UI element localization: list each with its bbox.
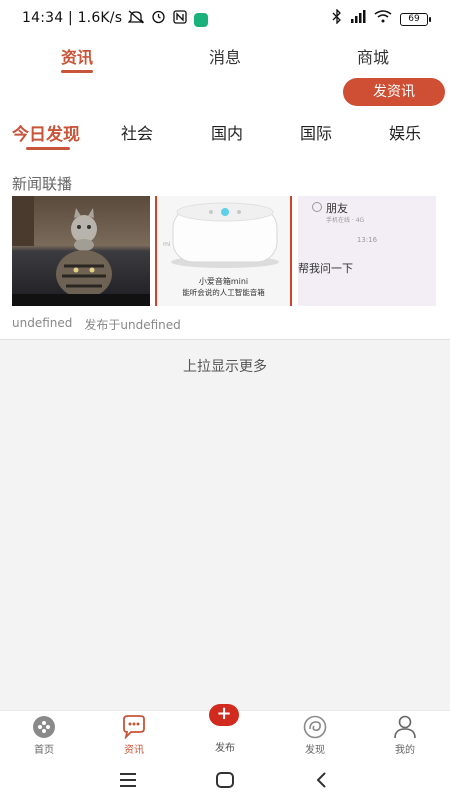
publish-plus-button[interactable]: + xyxy=(209,704,239,726)
category-international[interactable]: 国际 xyxy=(300,120,332,144)
app-notification-icon xyxy=(194,12,208,27)
status-bar: 14:34 | 1.6K/s 69 xyxy=(0,0,450,36)
speaker-title: 小爱音箱mini xyxy=(198,277,249,286)
home-button-icon[interactable] xyxy=(213,768,237,792)
category-entertainment[interactable]: 娱乐 xyxy=(389,120,421,144)
category-today[interactable]: 今日发现 xyxy=(12,120,80,145)
publish-news-button[interactable]: 发资讯 xyxy=(343,78,445,106)
wifi-icon xyxy=(374,10,392,29)
news-section-title: 新闻联播 xyxy=(12,175,73,193)
load-more-hint: 上拉显示更多 xyxy=(183,359,267,375)
thumbnail-smart-speaker: mi 小爱音箱mini 能听会说的人工智能音箱 xyxy=(155,196,292,306)
system-nav-bar xyxy=(0,760,450,800)
battery-icon: 69 xyxy=(400,13,431,26)
bottom-tab-bar: 首页 资讯 + 发布 发现 我的 xyxy=(0,704,450,760)
chat-friend-name: 朋友 xyxy=(326,202,348,215)
chat-bubble-icon xyxy=(123,715,145,739)
bottom-tab-news-label: 资讯 xyxy=(124,745,144,756)
thumbnail-chat: 朋友 手机在线 · 4G 13:16 帮我问一下 xyxy=(298,196,436,306)
mute-icon xyxy=(127,10,145,30)
discover-icon xyxy=(303,715,327,739)
bottom-tab-mine[interactable]: 我的 xyxy=(375,715,435,756)
news-thumbnails: mi 小爱音箱mini 能听会说的人工智能音箱 朋友 手机在线 · 4G 13:… xyxy=(12,196,436,306)
user-icon xyxy=(394,715,416,739)
bottom-tab-discover[interactable]: 发现 xyxy=(285,715,345,756)
chat-status: 手机在线 · 4G xyxy=(326,217,365,224)
bottom-tab-home-label: 首页 xyxy=(34,745,54,756)
chat-avatar-icon xyxy=(312,202,322,212)
news-card[interactable]: 新闻联播 mi 小爱音箱mini 能听会说的人工智能音箱 朋友 手机在线 · 4… xyxy=(0,158,450,340)
bottom-tab-discover-label: 发现 xyxy=(305,745,325,756)
category-society[interactable]: 社会 xyxy=(121,120,153,144)
news-author: undefined xyxy=(12,316,73,330)
alarm-icon xyxy=(151,9,166,30)
bottom-tab-publish-label[interactable]: 发布 xyxy=(200,739,250,754)
home-icon xyxy=(33,716,55,738)
tab-messages[interactable]: 消息 xyxy=(209,44,241,68)
bluetooth-icon xyxy=(332,8,342,30)
tab-mall[interactable]: 商城 xyxy=(357,44,389,68)
category-bar: 今日发现 社会 国内 国际 娱乐 xyxy=(0,112,450,158)
chat-message: 帮我问一下 xyxy=(298,262,353,275)
speaker-logo: mi xyxy=(163,241,171,248)
tab-news[interactable]: 资讯 xyxy=(61,44,93,68)
news-meta: undefined 发布于undefined xyxy=(12,316,181,333)
bottom-tab-news[interactable]: 资讯 xyxy=(104,715,164,756)
top-tab-bar: 资讯 消息 商城 发资讯 xyxy=(0,36,450,112)
category-indicator xyxy=(26,147,70,150)
thumbnail-cat-tiger xyxy=(12,196,150,306)
back-icon[interactable] xyxy=(310,768,334,792)
chat-time: 13:16 xyxy=(356,236,378,244)
signal-icon xyxy=(350,10,366,29)
bottom-tab-mine-label: 我的 xyxy=(395,745,415,756)
bottom-tab-home[interactable]: 首页 xyxy=(14,715,74,756)
tab-news-indicator xyxy=(61,70,93,73)
news-published: 发布于undefined xyxy=(84,318,181,332)
status-time: 14:34 | 1.6K/s xyxy=(22,10,123,26)
nfc-icon xyxy=(173,9,187,30)
speaker-subtitle: 能听会说的人工智能音箱 xyxy=(182,288,265,297)
menu-icon[interactable] xyxy=(116,768,140,792)
category-domestic[interactable]: 国内 xyxy=(211,120,243,144)
